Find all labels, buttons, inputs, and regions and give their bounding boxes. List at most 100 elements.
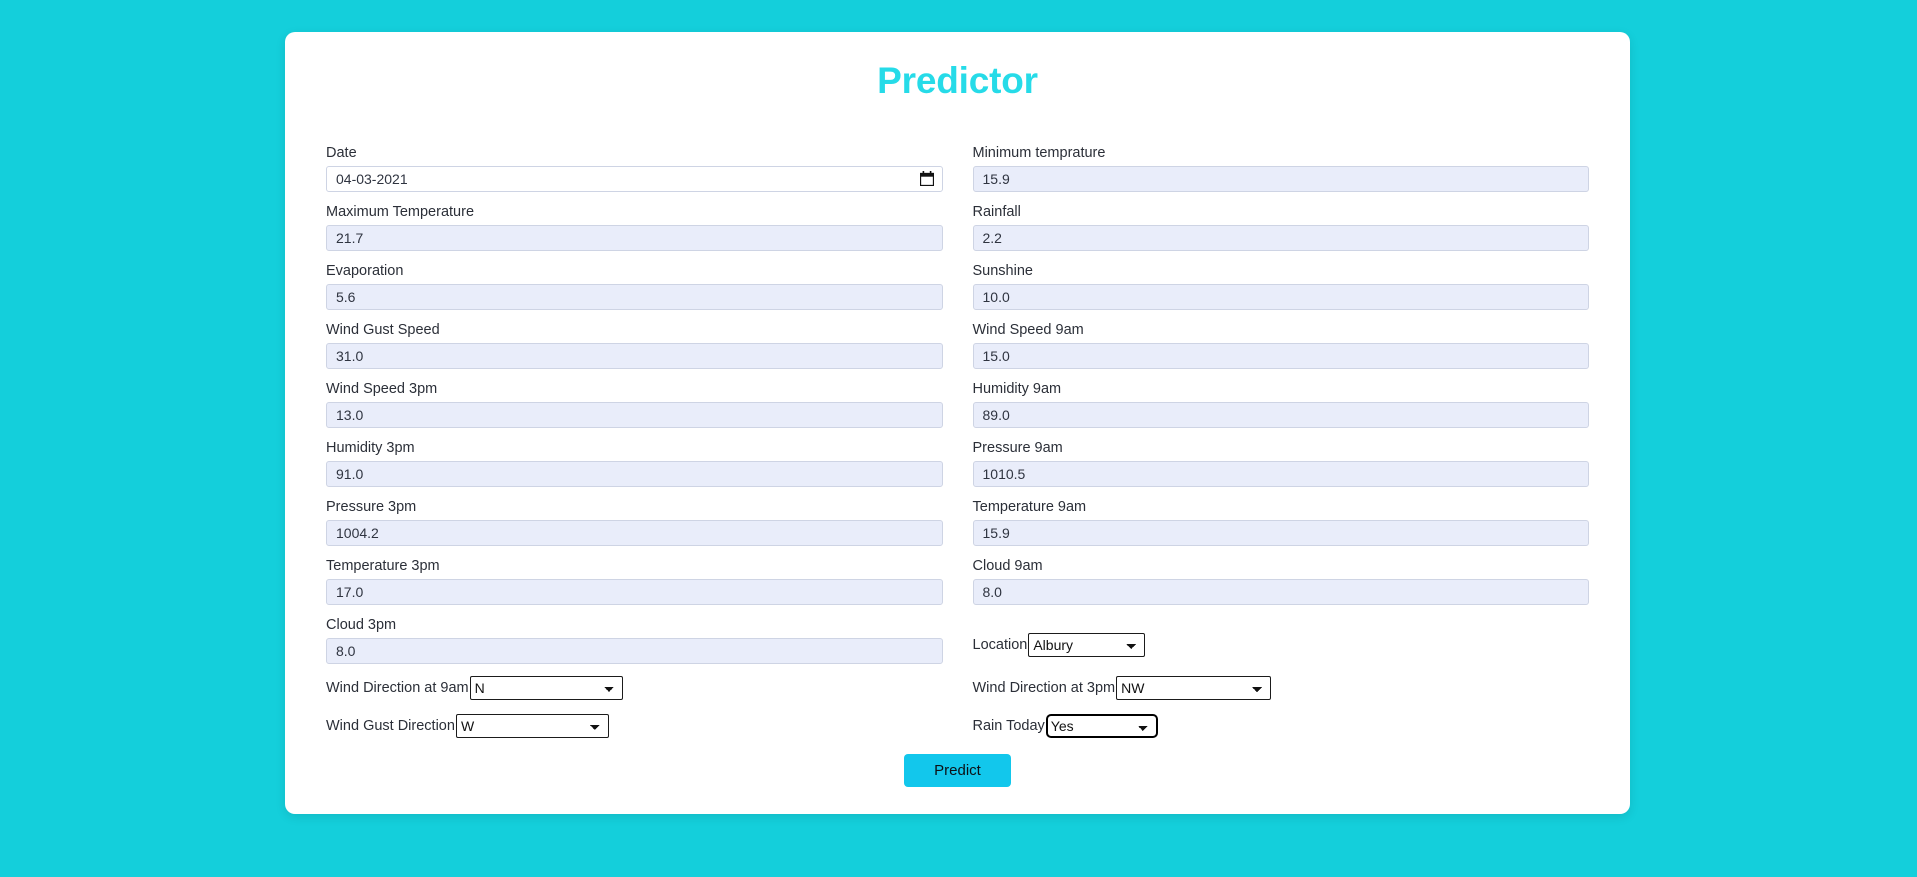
form-row: Cloud 3pm Location Albury [326,616,1589,675]
label-date: Date [326,145,357,161]
field-sunshine: Sunshine [972,262,1589,310]
label-wind-direction-9am: Wind Direction at 9am [326,680,469,696]
page-title: Predictor [877,60,1038,101]
field-humidity-3pm: Humidity 3pm [326,439,943,487]
temperature-9am-input[interactable] [972,520,1589,546]
form-col-left: Temperature 3pm [326,557,958,616]
predictor-card: Predictor Date 04-03-2021 Minimum tempra… [285,32,1630,814]
label-location: Location [972,637,1028,653]
field-wind-gust-direction: Wind Gust Direction W [326,713,943,739]
form-col-left: Date [326,144,958,203]
temperature-3pm-input[interactable] [326,579,943,605]
rain-today-select[interactable]: Yes [1045,714,1158,738]
form-col-left: Cloud 3pm [326,616,958,675]
form-col-right: Wind Direction at 3pm NW [958,675,1590,713]
field-rainfall: Rainfall [972,203,1589,251]
form-col-right: Rainfall [958,203,1589,262]
label-wind-gust-speed: Wind Gust Speed [326,322,440,338]
pressure-9am-input[interactable] [972,461,1589,487]
wind-speed-3pm-input[interactable] [326,402,943,428]
wind-speed-9am-input[interactable] [972,343,1589,369]
field-temperature-9am: Temperature 9am [972,498,1589,546]
wind-direction-9am-select[interactable]: N [469,676,623,700]
field-date: Date [326,144,943,192]
predict-button-wrapper: Predict [285,754,1630,787]
form-col-right: Sunshine [958,262,1589,321]
form-row: Wind Direction at 9am N Wind Direction a… [326,675,1589,713]
date-input-wrapper [326,166,943,192]
field-cloud-3pm: Cloud 3pm [326,616,943,664]
wind-direction-3pm-select[interactable]: NW [1116,676,1272,700]
label-cloud-3pm: Cloud 3pm [326,617,397,633]
form-row: Date Mini [326,144,1589,203]
label-humidity-3pm: Humidity 3pm [326,440,415,456]
predict-button[interactable]: Predict [904,754,1011,787]
minimum-temprature-input[interactable] [972,166,1589,192]
label-wind-direction-3pm: Wind Direction at 3pm [972,680,1116,696]
form-col-right: Cloud 9am [958,557,1589,616]
label-pressure-3pm: Pressure 3pm [326,499,417,515]
field-maximum-temperature: Maximum Temperature [326,203,943,251]
field-pressure-3pm: Pressure 3pm [326,498,943,546]
label-evaporation: Evaporation [326,263,404,279]
rainfall-input[interactable] [972,225,1589,251]
date-input[interactable] [326,166,943,192]
pressure-3pm-input[interactable] [326,520,943,546]
label-temperature-9am: Temperature 9am [972,499,1087,515]
form-col-right: Minimum temprature [958,144,1589,203]
form-col-right: Location Albury [958,616,1590,675]
form-row: Temperature 3pm Cloud 9am [326,557,1589,616]
field-wind-speed-3pm: Wind Speed 3pm [326,380,943,428]
field-humidity-9am: Humidity 9am [972,380,1589,428]
form-col-right: Rain Today Yes [958,713,1590,751]
label-wind-speed-9am: Wind Speed 9am [972,322,1084,338]
field-temperature-3pm: Temperature 3pm [326,557,943,605]
form-row: Maximum Temperature Rainfall [326,203,1589,262]
form-col-right: Humidity 9am [958,380,1589,439]
wind-gust-direction-select[interactable]: W [455,714,609,738]
label-cloud-9am: Cloud 9am [972,558,1043,574]
wind-gust-speed-input[interactable] [326,343,943,369]
form-col-left: Wind Gust Direction W [326,713,958,751]
field-evaporation: Evaporation [326,262,943,310]
form-row: Pressure 3pm Temperature 9am [326,498,1589,557]
evaporation-input[interactable] [326,284,943,310]
field-wind-gust-speed: Wind Gust Speed [326,321,943,369]
form-row: Wind Gust Speed Wind Speed 9am [326,321,1589,380]
form-row: Evaporation Sunshine [326,262,1589,321]
form-row: Humidity 3pm Pressure 9am [326,439,1589,498]
location-select[interactable]: Albury [1028,633,1146,657]
field-pressure-9am: Pressure 9am [972,439,1589,487]
form-row: Wind Gust Direction W Rain Today Yes [326,713,1589,751]
field-location: Location Albury [973,632,1590,658]
form-col-left: Pressure 3pm [326,498,958,557]
label-humidity-9am: Humidity 9am [972,381,1062,397]
form-col-left: Wind Direction at 9am N [326,675,958,713]
field-wind-direction-9am: Wind Direction at 9am N [326,675,943,701]
form-col-left: Maximum Temperature [326,203,958,262]
sunshine-input[interactable] [972,284,1589,310]
label-rain-today: Rain Today [972,718,1045,734]
cloud-3pm-input[interactable] [326,638,943,664]
label-wind-gust-direction: Wind Gust Direction [326,718,455,734]
humidity-9am-input[interactable] [972,402,1589,428]
label-pressure-9am: Pressure 9am [972,440,1063,456]
maximum-temperature-input[interactable] [326,225,943,251]
field-cloud-9am: Cloud 9am [972,557,1589,605]
cloud-9am-input[interactable] [972,579,1589,605]
label-maximum-temperature: Maximum Temperature [326,204,475,220]
app-page: Predictor Date 04-03-2021 Minimum tempra… [0,0,1917,877]
label-sunshine: Sunshine [972,263,1033,279]
form-col-left: Evaporation [326,262,958,321]
field-rain-today: Rain Today Yes [973,713,1590,739]
label-rainfall: Rainfall [972,204,1021,220]
humidity-3pm-input[interactable] [326,461,943,487]
label-temperature-3pm: Temperature 3pm [326,558,440,574]
label-minimum-temprature: Minimum temprature [972,145,1106,161]
form-row: Wind Speed 3pm Humidity 9am [326,380,1589,439]
predictor-form: Date Mini [326,144,1589,751]
field-wind-speed-9am: Wind Speed 9am [972,321,1589,369]
form-col-right: Wind Speed 9am [958,321,1589,380]
form-col-left: Wind Speed 3pm [326,380,958,439]
label-wind-speed-3pm: Wind Speed 3pm [326,381,438,397]
